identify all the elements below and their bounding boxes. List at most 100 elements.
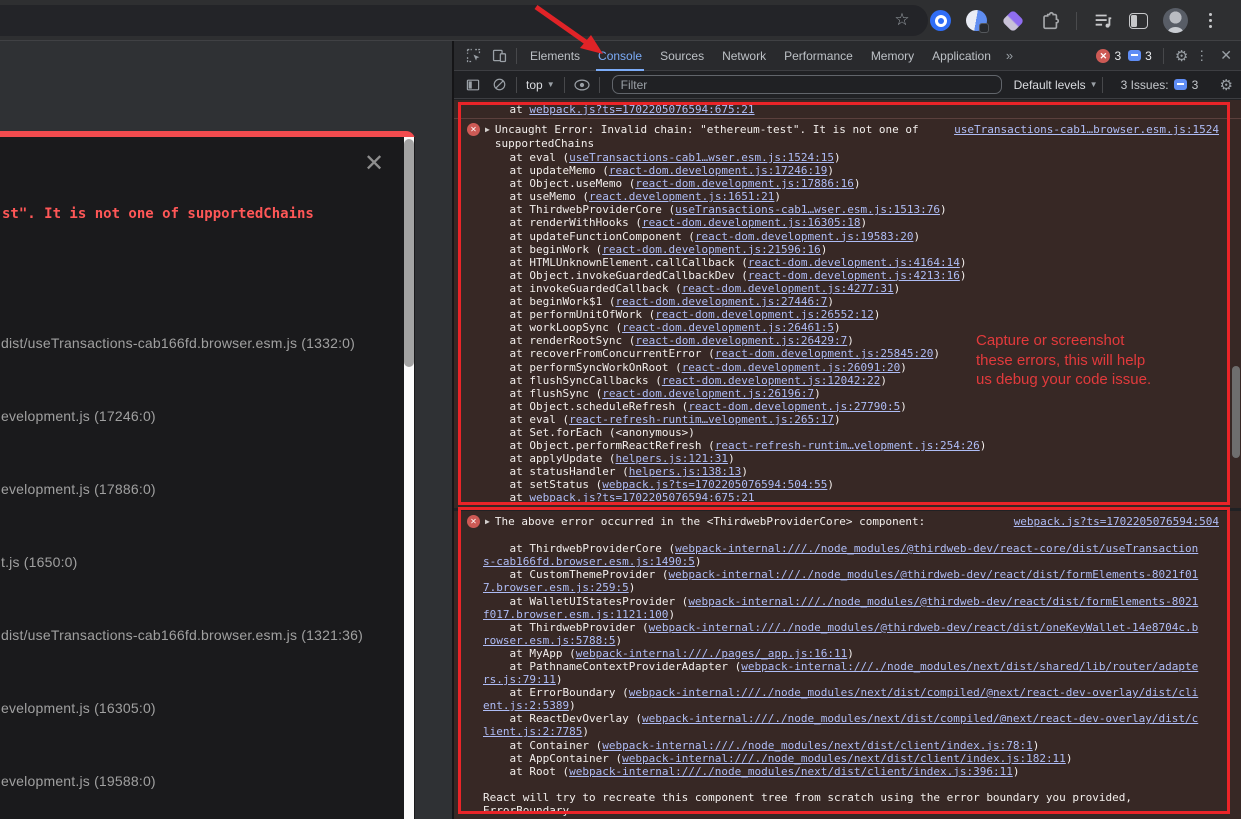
stack-source-link[interactable]: webpack-internal:///./node_modules/next/… [483, 712, 1198, 738]
stack-source-link[interactable]: helpers.js:121:31 [615, 452, 728, 465]
stack-source-link[interactable]: react-dom.development.js:26091:20 [682, 361, 901, 374]
issues-bubble-icon [1128, 50, 1141, 61]
stack-line: React will try to recreate this componen… [483, 791, 1201, 817]
stack-source-link[interactable]: webpack-internal:///./pages/_app.js:16:1… [576, 647, 848, 660]
issues-count-badge[interactable]: 3 [1128, 49, 1152, 63]
side-panel-icon[interactable] [1129, 13, 1148, 29]
overlay-close-icon[interactable]: ✕ [360, 149, 388, 177]
more-tabs-icon[interactable]: » [1000, 48, 1019, 63]
gem-extension-icon[interactable] [1002, 10, 1024, 32]
stack-line: at setStatus (webpack.js?ts=170220507659… [483, 478, 1201, 491]
stack-source-link[interactable]: react-dom.development.js:17886:16 [635, 177, 854, 190]
stack-line: at performUnitOfWork (react-dom.developm… [483, 308, 1201, 321]
tab-application[interactable]: Application [923, 41, 1000, 71]
overlay-frame-file: evelopment.js (16305:0) [1, 700, 156, 716]
stack-source-link[interactable]: webpack-internal:///./node_modules/@thir… [483, 542, 1198, 568]
stack-source-link[interactable]: webpack-internal:///./node_modules/@thir… [483, 621, 1198, 647]
stack-source-link[interactable]: react-dom.development.js:26196:7 [602, 387, 814, 400]
error-message-text: Uncaught Error: Invalid chain: "ethereum… [495, 123, 940, 150]
stack-source-link[interactable]: webpack.js?ts=1702205076594:675:21 [529, 103, 754, 116]
error-icon[interactable]: ✕ [467, 515, 480, 528]
console-filter-input[interactable] [612, 75, 1002, 94]
tab-performance[interactable]: Performance [775, 41, 862, 71]
stack-source-link[interactable]: react-dom.development.js:12042:22 [662, 374, 881, 387]
browser-menu-icon[interactable] [1203, 10, 1217, 32]
stack-source-link[interactable]: webpack-internal:///./node_modules/next/… [483, 686, 1198, 712]
address-bar[interactable] [0, 5, 928, 36]
stack-source-link[interactable]: react-dom.development.js:27790:5 [688, 400, 900, 413]
pie-extension-icon[interactable] [966, 10, 987, 31]
stack-source-link[interactable]: react-dom.development.js:4164:14 [748, 256, 960, 269]
console-toolbar: top▼ Default levels▼ 3 Issues: 3 ⚙ [454, 71, 1241, 99]
stack-source-link[interactable]: helpers.js:138:13 [629, 465, 742, 478]
devtools-close-icon[interactable]: ✕ [1215, 47, 1237, 64]
blue-donut-extension-icon[interactable] [930, 10, 951, 31]
stack-line: at ThirdwebProvider (webpack-internal://… [483, 621, 1201, 647]
overlay-scrollbar[interactable] [404, 137, 414, 819]
stack-line: at CustomThemeProvider (webpack-internal… [483, 568, 1201, 594]
overlay-frame-file: dist/useTransactions-cab166fd.browser.es… [1, 627, 363, 643]
overlay-scrollbar-thumb[interactable] [404, 139, 414, 367]
stack-source-link[interactable]: webpack.js?ts=1702205076594:675:21 [529, 491, 754, 504]
console-scrollbar-thumb[interactable] [1232, 366, 1240, 458]
devtools-menu-icon[interactable]: ⋮ [1195, 48, 1208, 64]
stack-source-link[interactable]: react.development.js:1651:21 [589, 190, 774, 203]
tab-memory[interactable]: Memory [862, 41, 923, 71]
error-source-link[interactable]: webpack.js?ts=1702205076594:504 [1014, 515, 1219, 529]
stack-source-link[interactable]: react-dom.development.js:26429:7 [635, 334, 847, 347]
expand-triangle-icon[interactable]: ▶ [485, 123, 490, 136]
tab-sources[interactable]: Sources [651, 41, 713, 71]
stack-source-link[interactable]: react-dom.development.js:21596:16 [602, 243, 821, 256]
chevron-down-icon: ▼ [547, 80, 555, 89]
stack-line: at Object.scheduleRefresh (react-dom.dev… [483, 400, 1201, 413]
tab-network[interactable]: Network [713, 41, 775, 71]
expand-triangle-icon[interactable]: ▶ [485, 515, 490, 528]
stack-source-link[interactable]: react-dom.development.js:17246:19 [609, 164, 828, 177]
devtools-panel: Elements Console Sources Network Perform… [452, 41, 1241, 819]
clear-console-icon[interactable] [486, 74, 512, 96]
stack-source-link[interactable]: react-dom.development.js:27446:7 [615, 295, 827, 308]
stack-source-link[interactable]: webpack-internal:///./node_modules/next/… [622, 752, 1066, 765]
overlay-error-text: st". It is not one of supportedChains [2, 206, 314, 222]
media-controls-icon[interactable] [1092, 10, 1114, 32]
stack-line: at ErrorBoundary (webpack-internal:///./… [483, 686, 1201, 712]
console-settings-icon[interactable]: ⚙ [1220, 76, 1233, 94]
console-sidebar-icon[interactable] [460, 74, 486, 96]
inspect-element-icon[interactable] [460, 45, 486, 67]
issues-counter[interactable]: 3 Issues: 3 [1121, 78, 1199, 92]
error-count-badge[interactable]: ✕ 3 [1096, 49, 1121, 63]
stack-source-link[interactable]: react-dom.development.js:25845:20 [715, 347, 934, 360]
annotation-note-line: us debug your code issue. [976, 370, 1196, 390]
device-toolbar-icon[interactable] [486, 45, 512, 67]
stack-source-link[interactable]: react-refresh-runtim…velopment.js:254:26 [715, 439, 980, 452]
profile-avatar[interactable] [1163, 8, 1188, 33]
stack-source-link[interactable]: react-dom.development.js:4213:16 [748, 269, 960, 282]
context-selector[interactable]: top▼ [521, 78, 560, 92]
stack-source-link[interactable]: react-refresh-runtim…velopment.js:265:17 [569, 413, 834, 426]
stack-source-link[interactable]: webpack.js?ts=1702205076594:504:55 [602, 478, 827, 491]
stack-source-link[interactable]: webpack-internal:///./node_modules/next/… [569, 765, 1013, 778]
devtools-settings-icon[interactable]: ⚙ [1175, 47, 1188, 65]
stack-source-link[interactable]: react-dom.development.js:16305:18 [642, 216, 861, 229]
console-error-message-1: ✕ ▶ Uncaught Error: Invalid chain: "ethe… [454, 119, 1241, 508]
live-expression-eye-icon[interactable] [569, 74, 595, 96]
error-icon[interactable]: ✕ [467, 123, 480, 136]
stack-source-link[interactable]: webpack-internal:///./node_modules/next/… [483, 660, 1198, 686]
stack-line: at eval (useTransactions-cab1…wser.esm.j… [483, 151, 1201, 164]
stack-line: at AppContainer (webpack-internal:///./n… [483, 752, 1201, 765]
stack-source-link[interactable]: react-dom.development.js:26552:12 [655, 308, 874, 321]
stack-source-link[interactable]: webpack-internal:///./node_modules/@thir… [483, 568, 1198, 594]
stack-source-link[interactable]: useTransactions-cab1…wser.esm.js:1524:15 [569, 151, 834, 164]
extensions-puzzle-icon[interactable] [1039, 10, 1061, 32]
error-source-link[interactable]: useTransactions-cab1…browser.esm.js:1524 [954, 123, 1219, 137]
log-levels-dropdown[interactable]: Default levels▼ [1014, 78, 1098, 92]
stack-source-link[interactable]: react-dom.development.js:19583:20 [695, 230, 914, 243]
stack-source-link[interactable]: useTransactions-cab1…wser.esm.js:1513:76 [675, 203, 940, 216]
bookmark-star-icon[interactable]: ☆ [890, 8, 914, 32]
stack-source-link[interactable]: react-dom.development.js:26461:5 [622, 321, 834, 334]
stack-source-link[interactable]: react-dom.development.js:4277:31 [682, 282, 894, 295]
stack-source-link[interactable]: webpack-internal:///./node_modules/next/… [602, 739, 1032, 752]
stack-source-link[interactable]: webpack-internal:///./node_modules/@thir… [483, 595, 1198, 621]
stack-line [483, 529, 1201, 542]
chevron-down-icon: ▼ [1090, 80, 1098, 89]
